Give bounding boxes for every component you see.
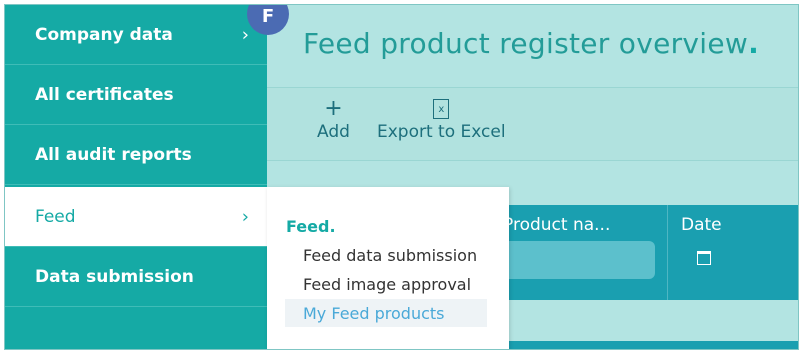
toolbar: + Add x Export to Excel (267, 87, 798, 161)
calendar-icon[interactable] (697, 251, 711, 265)
add-button-label: Add (317, 122, 350, 142)
avatar-initial: F (261, 6, 275, 27)
sidebar-item-label: Feed (35, 206, 76, 227)
product-name-filter-input[interactable] (493, 241, 655, 279)
sidebar-item-all-certificates[interactable]: All certificates (5, 65, 267, 125)
submenu-title: Feed. (286, 217, 336, 236)
export-to-excel-button[interactable]: x Export to Excel (377, 98, 506, 142)
page-title: Feed product register overview. (303, 27, 759, 60)
sidebar-item-company-data[interactable]: Company data › (5, 5, 267, 65)
submenu-title-text: Feed (286, 217, 330, 236)
submenu-item-feed-image-approval[interactable]: Feed image approval (303, 275, 471, 294)
sidebar-item-all-audit-reports[interactable]: All audit reports (5, 125, 267, 185)
sidebar-item-label: Data submission (35, 266, 194, 287)
sidebar-item-label: Company data (35, 24, 173, 45)
chevron-right-icon: › (241, 206, 249, 227)
plus-icon: + (324, 96, 343, 121)
sidebar: Company data › All certificates All audi… (5, 5, 267, 349)
submenu-item-my-feed-products[interactable]: My Feed products (303, 304, 445, 323)
sidebar-item-data-submission[interactable]: Data submission (5, 247, 267, 307)
sidebar-item-label: All audit reports (35, 144, 192, 165)
column-header-product-name[interactable]: Product na... (503, 215, 610, 235)
submenu-item-feed-data-submission[interactable]: Feed data submission (303, 246, 477, 265)
column-divider (667, 205, 668, 300)
sidebar-item-feed[interactable]: Feed › (5, 187, 267, 247)
excel-file-icon: x (433, 99, 450, 119)
export-button-label: Export to Excel (377, 122, 506, 142)
feed-submenu: Feed. Feed data submission Feed image ap… (267, 187, 509, 349)
title-dot: . (748, 27, 760, 60)
chevron-right-icon: › (241, 24, 249, 45)
add-button[interactable]: + Add (317, 96, 350, 143)
submenu-title-dot: . (329, 217, 336, 236)
app-frame: Company data › All certificates All audi… (4, 4, 799, 350)
page-title-text: Feed product register overview (303, 27, 749, 60)
column-header-date[interactable]: Date (681, 215, 722, 235)
sidebar-item-label: All certificates (35, 84, 174, 105)
